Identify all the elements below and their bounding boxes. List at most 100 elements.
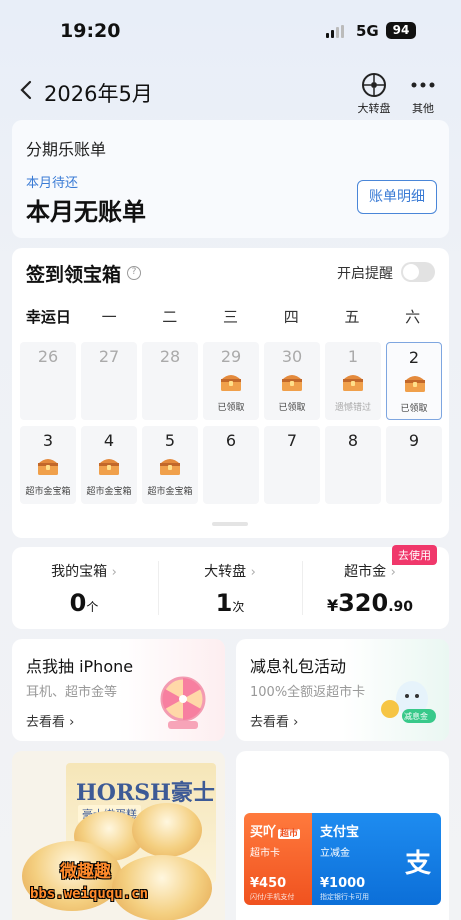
day-number: 8 bbox=[347, 431, 359, 450]
remind-toggle[interactable] bbox=[401, 262, 435, 282]
weekday-label: 一 bbox=[101, 308, 117, 326]
weekday-label: 四 bbox=[283, 308, 299, 326]
wheel-icon bbox=[352, 72, 396, 98]
alipay-logo-icon: 支 bbox=[404, 849, 431, 879]
calendar-day[interactable]: 1 遗憾错过 bbox=[325, 342, 381, 420]
chevron-right-icon: › bbox=[111, 565, 117, 580]
day-number: 6 bbox=[225, 431, 237, 450]
calendar-day[interactable]: 6 bbox=[203, 426, 259, 504]
coupon-ad-card[interactable]: 买吖 超市 超市卡 ¥450 闪付/手机支付 支付宝 立减金 ¥1000 指定银行… bbox=[236, 751, 449, 920]
wheel-button[interactable]: 大转盘 bbox=[352, 72, 396, 116]
status-bar: 19:20 5G 94 bbox=[0, 0, 461, 64]
alipay-coupon: 支付宝 立减金 ¥1000 指定银行卡可用 支 bbox=[312, 813, 441, 905]
brand-name: HORSH豪士 bbox=[76, 780, 215, 806]
calendar-day[interactable]: 3 超市金宝箱 bbox=[20, 426, 76, 504]
bill-card: 分期乐账单 本月待还 本月无账单 账单明细 bbox=[12, 120, 449, 238]
stat-value: 0 bbox=[69, 589, 87, 617]
weekday-label: 五 bbox=[344, 308, 360, 326]
day-number: 30 bbox=[281, 347, 303, 366]
network-label: 5G bbox=[356, 22, 379, 40]
stat-value: 1 bbox=[215, 589, 233, 617]
calendar-day[interactable]: 28 bbox=[142, 342, 198, 420]
promo-title: 点我抽 iPhone bbox=[26, 657, 134, 676]
status-time: 19:20 bbox=[60, 20, 121, 42]
battery-icon: 94 bbox=[386, 22, 416, 39]
calendar-day[interactable]: 8 bbox=[325, 426, 381, 504]
collapse-handle[interactable] bbox=[212, 522, 248, 526]
divider bbox=[302, 561, 303, 615]
calendar-day[interactable]: 4 超市金宝箱 bbox=[81, 426, 137, 504]
interest-promo-card[interactable]: 减息礼包活动 100%全额返超市卡 去看看 › 减息金 bbox=[236, 639, 449, 741]
more-icon bbox=[401, 72, 445, 98]
promo-link[interactable]: 去看看 › bbox=[250, 711, 298, 730]
stat-decimal: .90 bbox=[388, 599, 414, 615]
calendar-day[interactable]: 9 bbox=[386, 426, 442, 504]
treasure-chest-icon bbox=[221, 375, 241, 391]
divider bbox=[158, 561, 159, 615]
bill-subtitle: 本月待还 bbox=[26, 176, 79, 191]
calendar-day[interactable]: 2 已领取 bbox=[386, 342, 442, 420]
day-number: 27 bbox=[98, 347, 120, 366]
promo-subtitle: 100%全额返超市卡 bbox=[250, 685, 366, 700]
calendar-day[interactable]: 7 bbox=[264, 426, 320, 504]
day-number: 9 bbox=[408, 431, 420, 450]
day-number: 4 bbox=[103, 431, 115, 450]
stat-unit: 次 bbox=[232, 600, 245, 614]
treasure-chest-icon bbox=[282, 375, 302, 391]
gold-stat[interactable]: 超市金 › ¥320.90 bbox=[310, 561, 430, 617]
bill-detail-button[interactable]: 账单明细 bbox=[357, 180, 437, 214]
treasure-chest-icon bbox=[38, 459, 58, 475]
promo-badge: 减息金 bbox=[404, 712, 428, 721]
use-badge[interactable]: 去使用 bbox=[392, 545, 437, 565]
iphone-promo-card[interactable]: 点我抽 iPhone 耳机、超市金等 去看看 › bbox=[12, 639, 225, 741]
day-number: 5 bbox=[164, 431, 176, 450]
day-number: 26 bbox=[37, 347, 59, 366]
calendar-day[interactable]: 27 bbox=[81, 342, 137, 420]
calendar-day[interactable]: 5 超市金宝箱 bbox=[142, 426, 198, 504]
more-button[interactable]: 其他 bbox=[401, 72, 445, 116]
day-number: 7 bbox=[286, 431, 298, 450]
day-number: 28 bbox=[159, 347, 181, 366]
treasure-chest-icon bbox=[405, 376, 425, 392]
day-number: 3 bbox=[42, 431, 54, 450]
cake-image bbox=[132, 803, 202, 857]
wheel-stat[interactable]: 大转盘 › 1次 bbox=[170, 561, 290, 617]
my-chest-stat[interactable]: 我的宝箱 › 0个 bbox=[24, 561, 144, 617]
remind-label: 开启提醒 bbox=[337, 266, 393, 282]
calendar-grid: 26 27 28 29 已领取 30 已领取 1 遗憾错过 2 已领取 3 超市金宝箱 4 超市金宝箱 5 超市… bbox=[20, 342, 443, 504]
chevron-right-icon: › bbox=[390, 565, 396, 580]
treasure-chest-icon bbox=[99, 459, 119, 475]
coupon-banner: 买吖 超市 超市卡 ¥450 闪付/手机支付 支付宝 立减金 ¥1000 指定银行… bbox=[244, 813, 441, 905]
weekday-label: 三 bbox=[223, 308, 239, 326]
day-note: 超市金宝箱 bbox=[25, 487, 71, 497]
bill-title: 分期乐账单 bbox=[26, 140, 107, 159]
page-title: 2026年5月 bbox=[44, 82, 153, 106]
supermarket-coupon: 买吖 超市 超市卡 ¥450 闪付/手机支付 bbox=[244, 813, 312, 905]
promo-title: 减息礼包活动 bbox=[250, 657, 347, 676]
day-note: 已领取 bbox=[217, 403, 245, 413]
prize-wheel-icon bbox=[160, 676, 206, 729]
stat-label: 超市金 bbox=[344, 564, 387, 580]
stat-value: 320 bbox=[338, 589, 389, 617]
top-nav: 2026年5月 大转盘 其他 bbox=[0, 66, 461, 116]
back-icon[interactable] bbox=[18, 79, 36, 101]
stats-card: 我的宝箱 › 0个 大转盘 › 1次 超市金 › ¥320.90 去使用 bbox=[12, 545, 449, 629]
cake-ad-card[interactable]: HORSH豪士 豪士嫩蛋糕 微趣趣 bbs.weiququ.cn bbox=[12, 751, 225, 920]
bill-status: 本月无账单 bbox=[26, 198, 146, 226]
currency-symbol: ¥ bbox=[326, 596, 339, 615]
weekday-header: 幸运日 一 二 三 四 五 六 bbox=[18, 306, 443, 327]
promo-link[interactable]: 去看看 › bbox=[26, 711, 74, 730]
signal-icon bbox=[326, 25, 344, 38]
watermark: 微趣趣 bbs.weiququ.cn bbox=[30, 862, 149, 902]
treasure-chest-icon bbox=[343, 375, 363, 391]
weekday-label: 二 bbox=[162, 308, 178, 326]
calendar-day[interactable]: 30 已领取 bbox=[264, 342, 320, 420]
help-icon[interactable]: ? bbox=[127, 266, 141, 280]
checkin-title: 签到领宝箱 bbox=[26, 264, 122, 286]
calendar-day[interactable]: 29 已领取 bbox=[203, 342, 259, 420]
promo-subtitle: 耳机、超市金等 bbox=[26, 685, 118, 700]
day-note: 超市金宝箱 bbox=[147, 487, 193, 497]
day-note: 已领取 bbox=[400, 404, 428, 414]
calendar-day[interactable]: 26 bbox=[20, 342, 76, 420]
day-number: 2 bbox=[408, 348, 420, 367]
